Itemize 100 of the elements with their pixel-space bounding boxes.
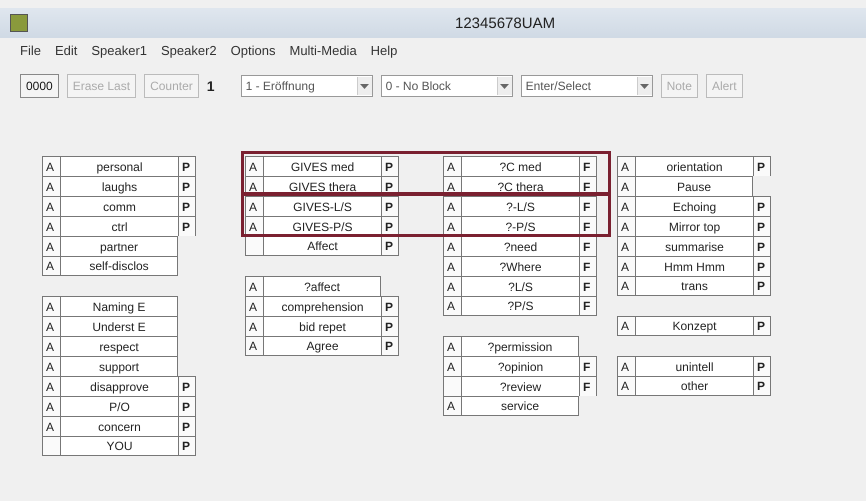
category-button[interactable]: comprehension	[263, 296, 381, 316]
app-icon[interactable]	[10, 14, 28, 32]
speaker-button[interactable]: P	[381, 336, 399, 356]
dropdown[interactable]: 0 - No Block	[380, 75, 513, 97]
category-button[interactable]: ?-L/S	[461, 196, 579, 216]
category-button[interactable]: YOU	[60, 436, 178, 456]
category-button[interactable]: ?L/S	[461, 276, 579, 296]
code-button[interactable]: A	[245, 196, 263, 216]
category-button[interactable]: summarise	[635, 236, 753, 256]
speaker-button[interactable]: F	[579, 156, 597, 176]
code-button[interactable]: A	[245, 316, 263, 336]
code-button[interactable]: A	[245, 296, 263, 316]
category-button[interactable]: ?affect	[263, 276, 381, 296]
dropdown[interactable]: 1 - Eröffnung	[240, 75, 373, 97]
category-button[interactable]: ?opinion	[461, 356, 579, 376]
speaker-button[interactable]: P	[178, 156, 196, 176]
category-button[interactable]: other	[635, 376, 753, 396]
category-button[interactable]: Agree	[263, 336, 381, 356]
speaker-button[interactable]: P	[381, 196, 399, 216]
code-button[interactable]: A	[42, 416, 60, 436]
code-button[interactable]: A	[617, 196, 635, 216]
category-button[interactable]: partner	[60, 236, 178, 256]
category-button[interactable]: Pause	[635, 176, 753, 196]
dropdown[interactable]: Enter/Select	[520, 75, 653, 97]
menu-item[interactable]: Multi-Media	[289, 43, 357, 65]
category-button[interactable]: ?need	[461, 236, 579, 256]
code-button[interactable]: A	[42, 216, 60, 236]
code-button[interactable]: A	[245, 156, 263, 176]
category-button[interactable]: Hmm Hmm	[635, 256, 753, 276]
category-button[interactable]: Affect	[263, 236, 381, 256]
category-button[interactable]: P/O	[60, 396, 178, 416]
code-button[interactable]: A	[42, 356, 60, 376]
speaker-button[interactable]: F	[579, 216, 597, 236]
speaker-button[interactable]: P	[753, 316, 771, 336]
category-button[interactable]: GIVES-L/S	[263, 196, 381, 216]
speaker-button[interactable]: F	[579, 276, 597, 296]
category-button[interactable]: self-disclos	[60, 256, 178, 276]
category-button[interactable]: Underst E	[60, 316, 178, 336]
category-button[interactable]: trans	[635, 276, 753, 296]
category-button[interactable]: ?P/S	[461, 296, 579, 316]
speaker-button[interactable]: P	[381, 156, 399, 176]
category-button[interactable]: ?Where	[461, 256, 579, 276]
code-button[interactable]: 0000	[20, 74, 59, 98]
menu-item[interactable]: Speaker2	[161, 43, 217, 65]
speaker-button[interactable]: P	[178, 376, 196, 396]
speaker-button[interactable]: P	[753, 196, 771, 216]
code-button[interactable]: A	[617, 376, 635, 396]
code-button[interactable]: A	[42, 256, 60, 276]
code-button[interactable]: A	[443, 396, 461, 416]
category-button[interactable]: ctrl	[60, 216, 178, 236]
speaker-button[interactable]: P	[381, 236, 399, 256]
speaker-button[interactable]: F	[579, 256, 597, 276]
code-button[interactable]: A	[443, 256, 461, 276]
code-button[interactable]: A	[42, 196, 60, 216]
speaker-button[interactable]: F	[579, 236, 597, 256]
category-button[interactable]: ?C med	[461, 156, 579, 176]
code-button[interactable]: A	[617, 236, 635, 256]
category-button[interactable]: support	[60, 356, 178, 376]
category-button[interactable]: Konzept	[635, 316, 753, 336]
code-button[interactable]: A	[617, 316, 635, 336]
category-button[interactable]: ?review	[461, 376, 579, 396]
category-button[interactable]: ?-P/S	[461, 216, 579, 236]
menu-item[interactable]: Speaker1	[91, 43, 148, 65]
code-button[interactable]: A	[443, 276, 461, 296]
speaker-button[interactable]: P	[753, 276, 771, 296]
code-button[interactable]: A	[443, 196, 461, 216]
speaker-button[interactable]: P	[753, 256, 771, 276]
code-button[interactable]: A	[42, 236, 60, 256]
category-button[interactable]: Naming E	[60, 296, 178, 316]
code-button[interactable]: A	[443, 236, 461, 256]
menu-item[interactable]: File	[20, 43, 41, 65]
code-button[interactable]: A	[443, 336, 461, 356]
category-button[interactable]: GIVES-P/S	[263, 216, 381, 236]
code-button[interactable]: A	[42, 176, 60, 196]
speaker-button[interactable]: F	[579, 196, 597, 216]
code-button[interactable]: A	[617, 256, 635, 276]
speaker-button[interactable]: P	[381, 216, 399, 236]
code-button[interactable]: A	[443, 216, 461, 236]
code-button[interactable]: A	[245, 336, 263, 356]
code-button[interactable]: A	[42, 316, 60, 336]
category-button[interactable]: service	[461, 396, 579, 416]
speaker-button[interactable]: F	[579, 296, 597, 316]
code-button[interactable]: A	[617, 176, 635, 196]
speaker-button[interactable]: P	[178, 216, 196, 236]
code-button[interactable]: A	[42, 396, 60, 416]
code-button[interactable]: A	[245, 216, 263, 236]
category-button[interactable]: GIVES med	[263, 156, 381, 176]
category-button[interactable]: ?permission	[461, 336, 579, 356]
speaker-button[interactable]: F	[579, 376, 597, 396]
code-button[interactable]: A	[617, 216, 635, 236]
speaker-button[interactable]: P	[178, 176, 196, 196]
category-button[interactable]: unintell	[635, 356, 753, 376]
speaker-button[interactable]: P	[178, 396, 196, 416]
speaker-button[interactable]: P	[753, 216, 771, 236]
category-button[interactable]: Mirror top	[635, 216, 753, 236]
category-button[interactable]: laughs	[60, 176, 178, 196]
speaker-button[interactable]: P	[178, 196, 196, 216]
code-button[interactable]: A	[42, 296, 60, 316]
category-button[interactable]: bid repet	[263, 316, 381, 336]
category-button[interactable]: orientation	[635, 156, 753, 176]
